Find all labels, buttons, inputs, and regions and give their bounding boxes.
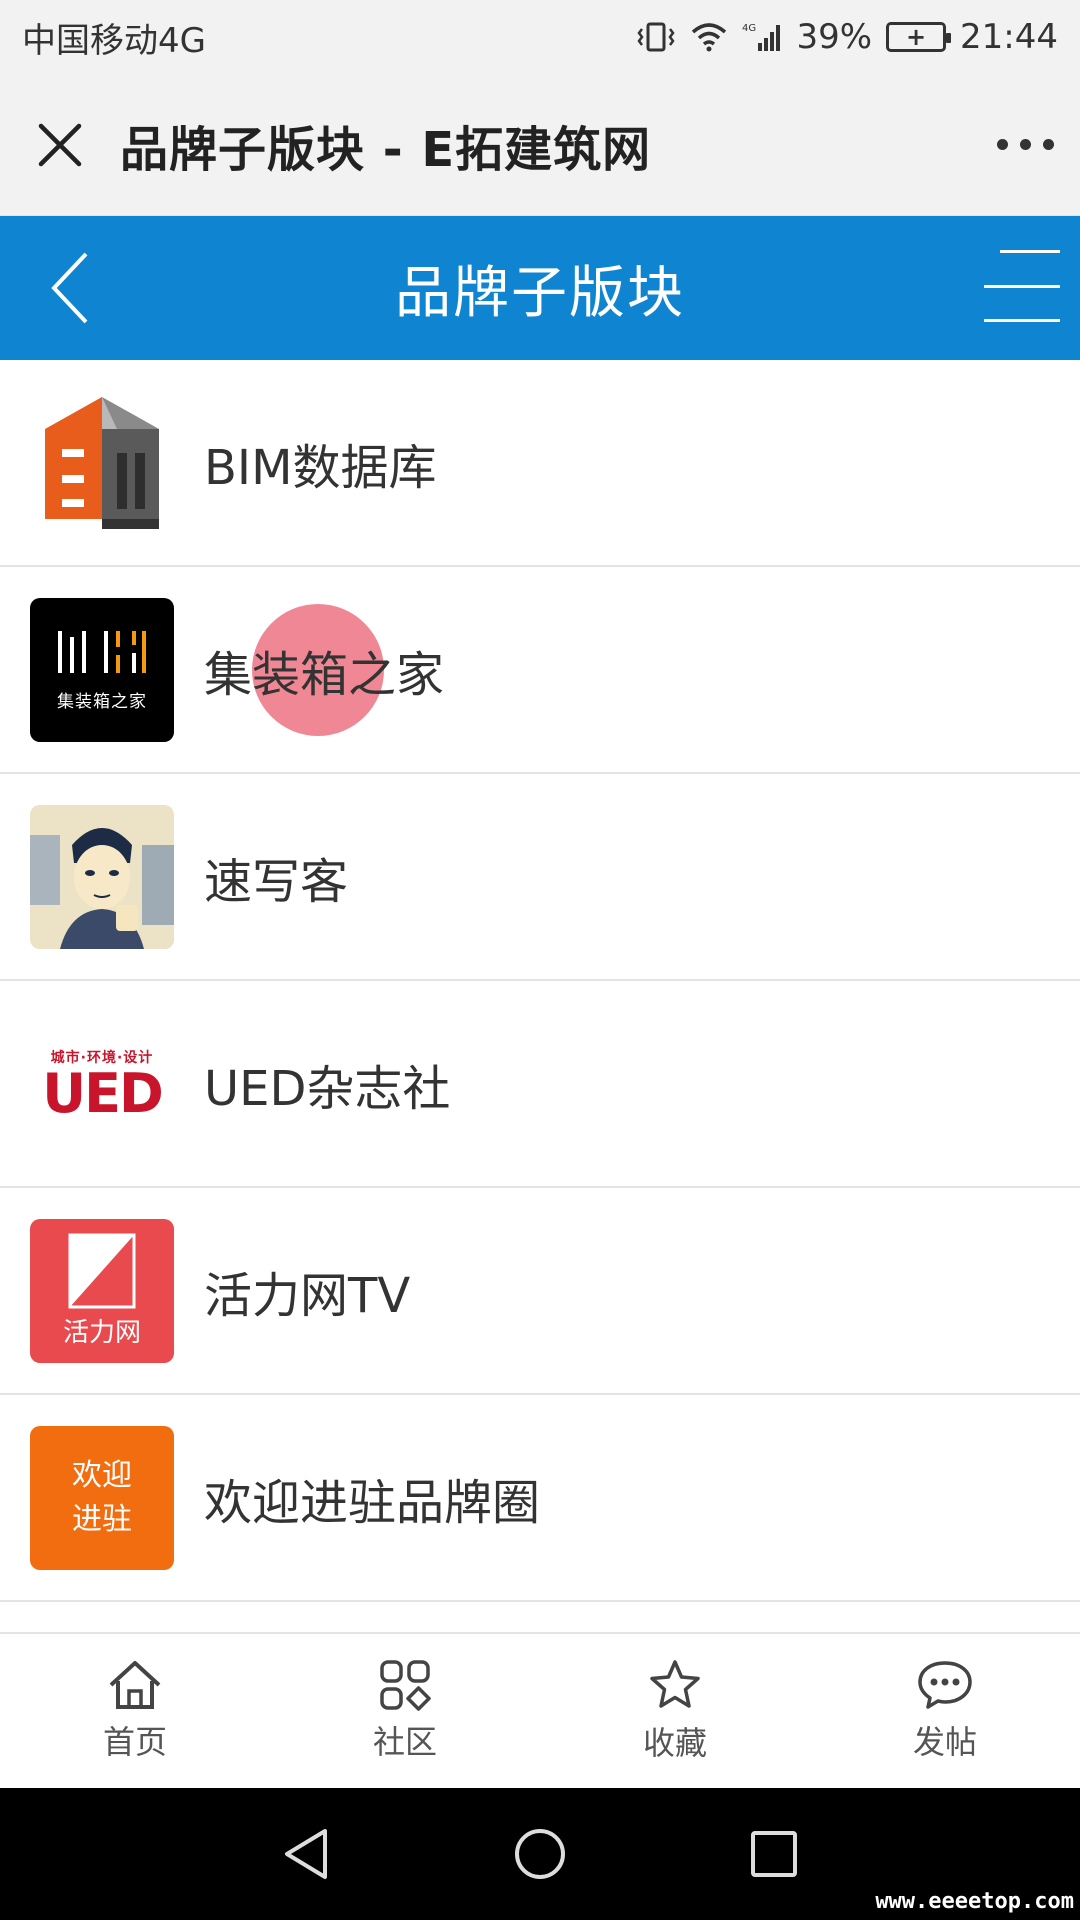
home-circle-icon[interactable] <box>513 1827 567 1881</box>
chevron-left-icon <box>51 252 88 324</box>
menu-line <box>984 319 1060 322</box>
tab-favorites[interactable]: 收藏 <box>540 1634 810 1788</box>
menu-button[interactable] <box>970 246 1060 326</box>
page-title: 品牌子版块 - E拓建筑网 <box>120 121 652 178</box>
app-bar: 品牌子版块 - E拓建筑网 <box>0 74 1080 216</box>
signal-icon: 4G <box>742 21 782 53</box>
battery-percent: 39% <box>796 17 873 57</box>
list-item-label: UED杂志社 <box>204 1060 451 1117</box>
header-title: 品牌子版块 <box>395 260 685 326</box>
tab-post[interactable]: 发帖 <box>810 1634 1080 1788</box>
thumb-line: 欢迎 <box>72 1457 132 1493</box>
thumb-caption: 活力网 <box>62 1317 141 1348</box>
thumb-line: 进驻 <box>72 1501 132 1537</box>
container-home-logo-icon: 集装箱之家 <box>30 597 174 742</box>
more-dot <box>1042 139 1054 150</box>
tab-home[interactable]: 首页 <box>0 1634 270 1788</box>
list-item-label: 速写客 <box>204 853 349 910</box>
system-nav-bar: www.eeeetop.com <box>0 1788 1080 1920</box>
recents-square-icon[interactable] <box>749 1829 799 1879</box>
section-header: 品牌子版块 <box>0 216 1080 360</box>
list-item[interactable]: 活力网 活力网TV <box>0 1188 1080 1395</box>
list-item-label: BIM数据库 <box>204 439 437 496</box>
list-item[interactable]: BIM数据库 <box>0 360 1080 567</box>
status-icons: 4G 39% + 21:44 <box>636 17 1058 57</box>
grid-icon <box>380 1660 431 1711</box>
list-item[interactable]: 集装箱之家 集装箱之家 <box>0 567 1080 774</box>
back-triangle-icon[interactable] <box>281 1827 331 1881</box>
chat-icon <box>918 1661 972 1709</box>
home-icon <box>109 1661 161 1709</box>
list-item-label: 欢迎进驻品牌圈 <box>204 1474 541 1531</box>
bim-logo-icon <box>30 390 174 535</box>
svg-text:4G: 4G <box>742 23 756 34</box>
list-item[interactable]: 城市·环境·设计 UED UED杂志社 <box>0 981 1080 1188</box>
thumb-wordmark: UED <box>42 1061 164 1125</box>
list-item-label: 活力网TV <box>204 1267 411 1324</box>
carrier-label: 中国移动4G <box>22 20 206 61</box>
sketch-avatar-icon <box>30 804 174 949</box>
vibrate-icon <box>636 20 676 54</box>
clock: 21:44 <box>960 17 1058 57</box>
tab-label: 发帖 <box>912 1723 977 1761</box>
huoli-logo-icon: 活力网 <box>30 1218 174 1363</box>
battery-icon: + <box>886 22 952 52</box>
welcome-logo-icon: 欢迎 进驻 <box>30 1425 174 1570</box>
status-bar: 中国移动4G 4G 39% + 21:44 <box>0 0 1080 74</box>
tab-label: 收藏 <box>642 1724 707 1762</box>
list-item-label: 集装箱之家 <box>204 646 445 703</box>
list-item[interactable]: 欢迎 进驻 欢迎进驻品牌圈 <box>0 1395 1080 1602</box>
more-button[interactable] <box>970 74 1080 216</box>
brand-list: BIM数据库 集装箱之家 集装箱之家 速写客 城市·环境·设计 UED UED杂… <box>0 360 1080 1602</box>
close-icon <box>38 123 82 166</box>
back-button[interactable] <box>20 238 120 338</box>
bottom-tab-bar: 首页 社区 收藏 发帖 <box>0 1632 1080 1788</box>
wifi-icon <box>690 22 728 52</box>
close-button[interactable] <box>0 74 120 216</box>
watermark: www.eeeetop.com <box>875 1889 1074 1914</box>
menu-line <box>984 284 1060 288</box>
ued-logo-icon: 城市·环境·设计 UED <box>30 1011 174 1156</box>
list-item[interactable]: 速写客 <box>0 774 1080 981</box>
more-dot <box>996 139 1008 150</box>
star-icon <box>650 1660 700 1708</box>
tab-label: 首页 <box>102 1723 167 1761</box>
thumb-caption: 集装箱之家 <box>57 692 147 712</box>
menu-line <box>1000 250 1060 253</box>
tab-label: 社区 <box>372 1723 437 1761</box>
tab-community[interactable]: 社区 <box>270 1634 540 1788</box>
more-dot <box>1019 139 1031 150</box>
